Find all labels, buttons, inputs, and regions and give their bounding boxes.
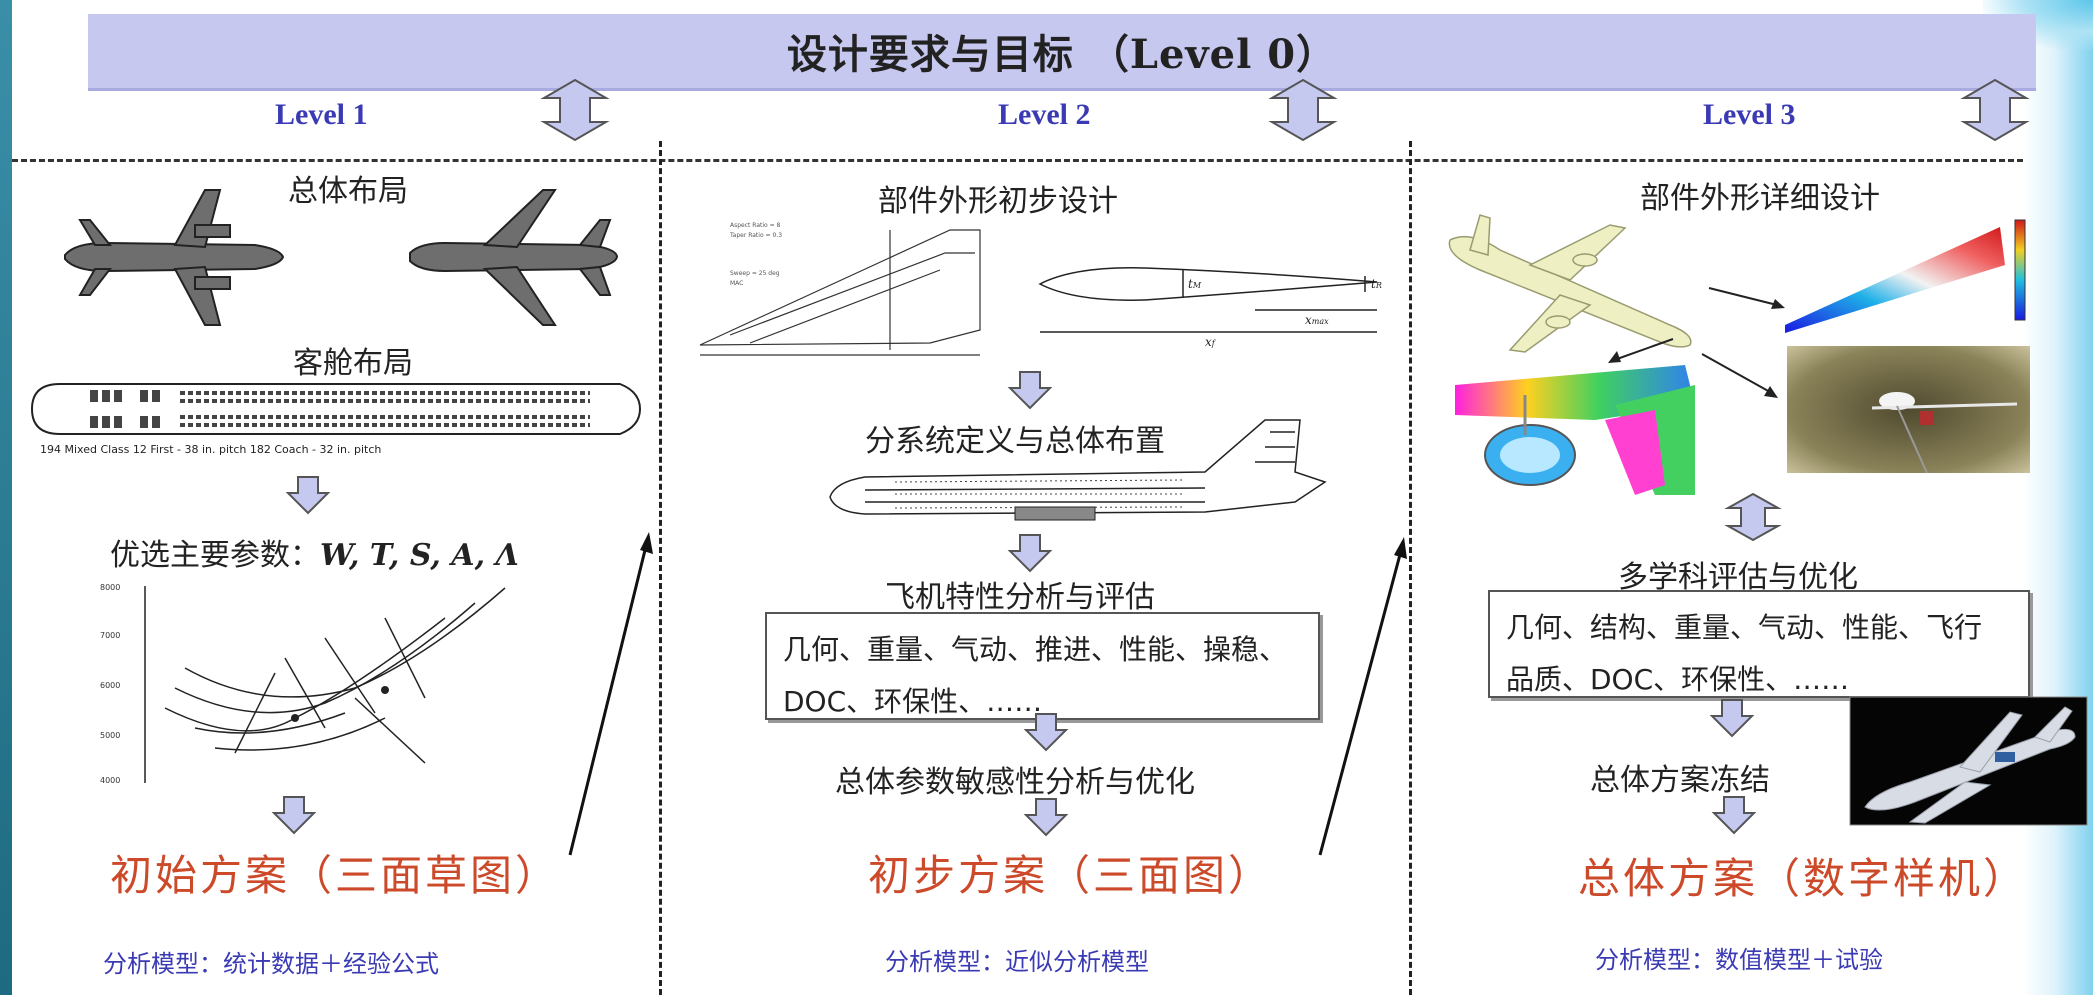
svg-text:7000: 7000 <box>100 631 120 640</box>
svg-text:8000: 8000 <box>100 583 120 592</box>
iteration-arrow-icon <box>568 532 653 856</box>
svg-text:Taper Ratio = 0.3: Taper Ratio = 0.3 <box>729 232 782 239</box>
svg-text:6000: 6000 <box>100 681 120 690</box>
down-arrow-icon <box>1023 798 1069 837</box>
level-divider-line <box>12 159 2023 162</box>
digital-mockup-render <box>1849 696 2088 826</box>
arrow-icon <box>1608 338 1674 363</box>
down-arrow-icon <box>285 476 331 515</box>
component-prelim-design-label: 部件外形初步设计 <box>878 184 1118 219</box>
cabin-layout-label: 客舱布局 <box>293 346 413 381</box>
bidirectional-arrow-icon <box>1960 78 2030 142</box>
level-3-label: Level 3 <box>1703 98 1796 131</box>
analysis-model-1: 分析模型：统计数据＋经验公式 <box>103 950 439 978</box>
svg-text:xf: xf <box>1205 335 1217 349</box>
select-params-label: 优选主要参数：W, T, S, A, Λ <box>110 530 519 574</box>
down-arrow-icon <box>271 796 317 835</box>
arrow-icon <box>1708 287 1785 309</box>
aircraft-planform-icon <box>409 189 619 326</box>
wing-planform-drawing: Aspect Ratio = 8 Taper Ratio = 0.3 Sweep … <box>699 222 981 356</box>
airfoil-section-drawing: tM tR xmax xf <box>1038 267 1382 349</box>
bidirectional-arrow-icon <box>1724 492 1782 542</box>
down-arrow-icon <box>1007 371 1053 410</box>
overall-scheme-result: 总体方案（数字样机） <box>1578 854 2029 903</box>
evaluation-items-line1: 几何、结构、重量、气动、性能、飞行 <box>1506 611 1983 644</box>
svg-text:4000: 4000 <box>100 776 120 785</box>
svg-text:tM: tM <box>1188 277 1202 291</box>
title-bar: 设计要求与目标 （Level 0） <box>88 14 2036 91</box>
down-arrow-icon <box>1709 699 1755 738</box>
aircraft-planform-icon <box>64 189 285 326</box>
svg-text:MAC: MAC <box>730 280 743 287</box>
down-arrow-icon <box>1023 713 1069 752</box>
svg-text:xmax: xmax <box>1305 313 1329 327</box>
evaluation-items-box: 几何、结构、重量、气动、性能、飞行 品质、DOC、环保性、…… <box>1488 590 2030 698</box>
bidirectional-arrow-icon <box>540 78 610 142</box>
analysis-items-box: 几何、重量、气动、推进、性能、操稳、 DOC、环保性、…… <box>765 612 1320 720</box>
svg-text:5000: 5000 <box>100 731 120 740</box>
svg-text:tR: tR <box>1371 277 1382 291</box>
parameter-symbols: W, T, S, A, Λ <box>320 538 519 573</box>
level-2-label: Level 2 <box>998 98 1091 131</box>
sensitivity-analysis-label: 总体参数敏感性分析与优化 <box>835 765 1195 800</box>
preliminary-scheme-result: 初步方案（三面图） <box>868 851 1274 900</box>
cabin-caption: 194 Mixed Class 12 First - 38 in. pitch … <box>40 443 382 456</box>
pressure-contour-wing-image <box>1785 219 2026 333</box>
select-params-prefix: 优选主要参数： <box>110 538 320 573</box>
level-1-label: Level 1 <box>275 98 368 131</box>
iteration-arrow-icon <box>1318 537 1407 856</box>
left-edge-strip <box>0 0 12 995</box>
arrow-icon <box>1701 353 1778 398</box>
page-title: 设计要求与目标 （Level 0） <box>786 31 1338 78</box>
analysis-model-3: 分析模型：数值模型＋试验 <box>1595 946 1883 974</box>
bidirectional-arrow-icon <box>1268 78 1338 142</box>
aircraft-characteristic-analysis-label: 飞机特性分析与评估 <box>885 580 1155 615</box>
analysis-model-2: 分析模型：近似分析模型 <box>885 948 1149 976</box>
down-arrow-icon <box>1711 796 1757 835</box>
carpet-plot-figure: 8000 7000 6000 5000 4000 <box>100 583 506 785</box>
scheme-freeze-label: 总体方案冻结 <box>1590 763 1770 798</box>
initial-scheme-result: 初始方案（三面草图） <box>110 851 561 900</box>
analysis-items-line1: 几何、重量、气动、推进、性能、操稳、 <box>783 633 1288 666</box>
cabin-seating-diagram <box>30 383 642 435</box>
down-arrow-icon <box>1007 534 1053 573</box>
svg-text:Aspect Ratio = 8: Aspect Ratio = 8 <box>730 222 781 229</box>
wind-tunnel-test-photo <box>1787 346 2030 474</box>
right-edge-gradient <box>2023 0 2093 995</box>
overall-layout-label: 总体布局 <box>288 174 408 209</box>
svg-text:Sweep = 25 deg: Sweep = 25 deg <box>730 270 780 277</box>
engine-nacelle-cfd-image <box>1455 365 1695 495</box>
column-divider-1 <box>659 141 662 995</box>
aircraft-side-layout-drawing <box>829 419 1327 521</box>
